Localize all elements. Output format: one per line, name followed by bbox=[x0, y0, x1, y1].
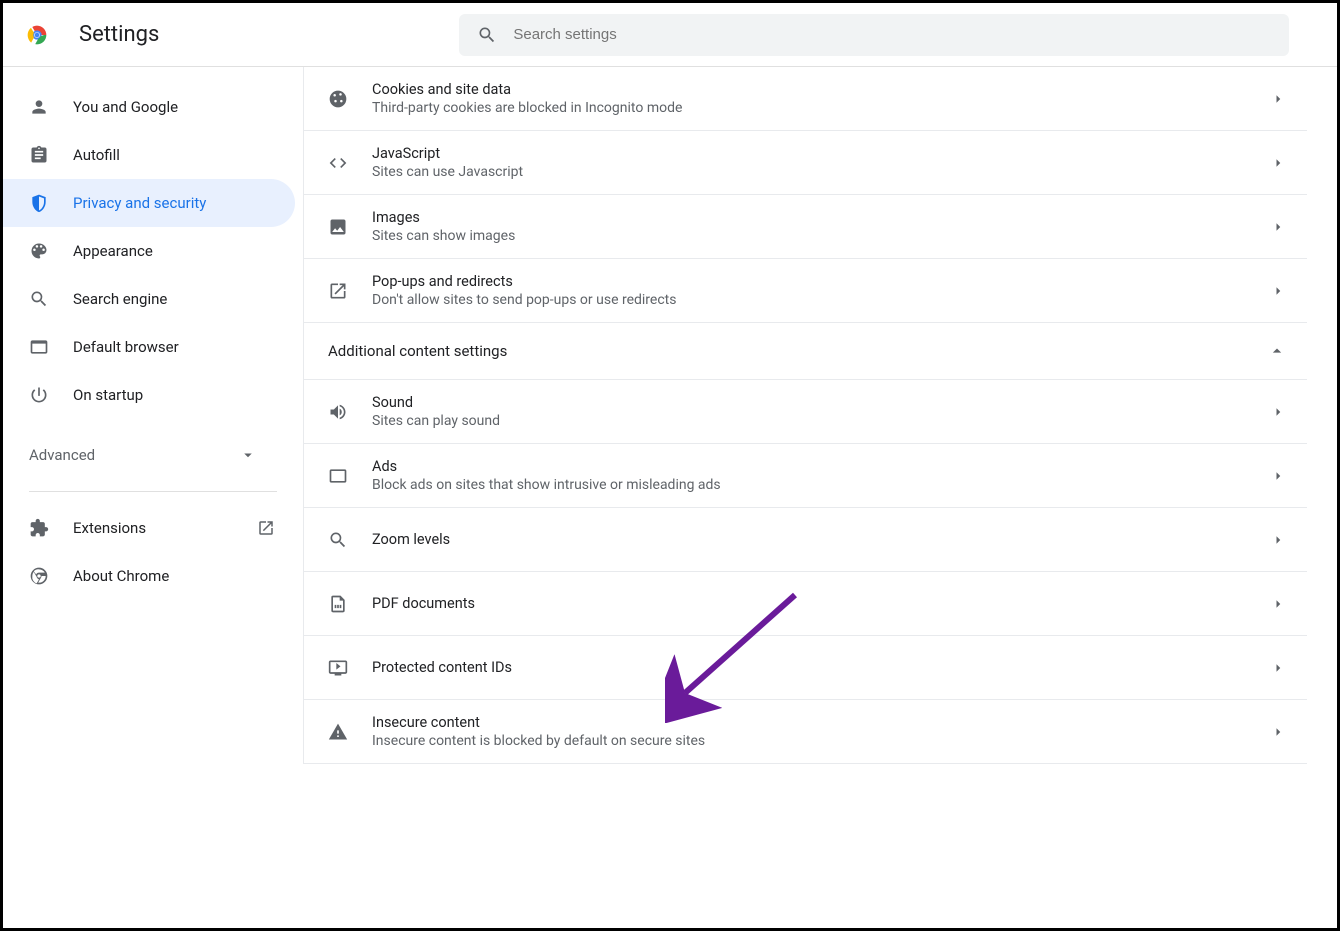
row-subtitle: Don't allow sites to send pop-ups or use… bbox=[372, 292, 1245, 308]
chrome-outline-icon bbox=[29, 566, 49, 586]
shield-icon bbox=[29, 193, 49, 213]
sidebar-item-on-startup[interactable]: On startup bbox=[3, 371, 295, 419]
row-subtitle: Sites can show images bbox=[372, 228, 1245, 244]
chevron-right-icon bbox=[1269, 154, 1287, 172]
sidebar-item-autofill[interactable]: Autofill bbox=[3, 131, 295, 179]
row-subtitle: Sites can use Javascript bbox=[372, 164, 1245, 180]
open-in-new-icon bbox=[257, 519, 275, 537]
chevron-right-icon bbox=[1269, 467, 1287, 485]
row-javascript[interactable]: JavaScript Sites can use Javascript bbox=[304, 131, 1307, 195]
sidebar-item-label: Search engine bbox=[73, 290, 167, 308]
row-ads[interactable]: Ads Block ads on sites that show intrusi… bbox=[304, 444, 1307, 508]
sidebar-item-search-engine[interactable]: Search engine bbox=[3, 275, 295, 323]
sidebar-advanced-toggle[interactable]: Advanced bbox=[3, 431, 283, 479]
app-header: Settings bbox=[3, 3, 1337, 67]
row-sound[interactable]: Sound Sites can play sound bbox=[304, 380, 1307, 444]
search-icon bbox=[477, 25, 497, 45]
chevron-up-icon bbox=[1267, 341, 1287, 361]
sound-icon bbox=[328, 402, 348, 422]
chevron-right-icon bbox=[1269, 531, 1287, 549]
chevron-down-icon bbox=[239, 446, 257, 464]
search-icon bbox=[29, 289, 49, 309]
palette-icon bbox=[29, 241, 49, 261]
sidebar-item-label: Extensions bbox=[73, 519, 146, 537]
row-subtitle: Third-party cookies are blocked in Incog… bbox=[372, 100, 1245, 116]
row-subtitle: Sites can play sound bbox=[372, 413, 1245, 429]
sidebar-item-extensions[interactable]: Extensions bbox=[3, 504, 295, 552]
chevron-right-icon bbox=[1269, 723, 1287, 741]
chevron-right-icon bbox=[1269, 595, 1287, 613]
row-protected-content[interactable]: Protected content IDs bbox=[304, 636, 1307, 700]
sidebar-item-default-browser[interactable]: Default browser bbox=[3, 323, 295, 371]
chevron-right-icon bbox=[1269, 659, 1287, 677]
sidebar-item-about-chrome[interactable]: About Chrome bbox=[3, 552, 295, 600]
row-title: Images bbox=[372, 209, 1245, 226]
search-settings-field[interactable] bbox=[459, 14, 1289, 56]
pdf-icon bbox=[328, 594, 348, 614]
chevron-right-icon bbox=[1269, 403, 1287, 421]
main-content: Cookies and site data Third-party cookie… bbox=[303, 67, 1337, 928]
row-title: Protected content IDs bbox=[372, 659, 1245, 676]
warning-icon bbox=[328, 722, 348, 742]
chrome-logo-icon bbox=[23, 21, 51, 49]
sidebar-item-label: Autofill bbox=[73, 146, 120, 164]
section-additional-content[interactable]: Additional content settings bbox=[304, 323, 1307, 380]
page-title: Settings bbox=[79, 22, 159, 47]
person-icon bbox=[29, 97, 49, 117]
row-title: Ads bbox=[372, 458, 1245, 475]
sidebar-item-appearance[interactable]: Appearance bbox=[3, 227, 295, 275]
row-images[interactable]: Images Sites can show images bbox=[304, 195, 1307, 259]
row-subtitle: Insecure content is blocked by default o… bbox=[372, 733, 1245, 749]
row-title: Pop-ups and redirects bbox=[372, 273, 1245, 290]
power-icon bbox=[29, 385, 49, 405]
advanced-label: Advanced bbox=[29, 446, 95, 464]
sidebar-divider bbox=[29, 491, 277, 492]
row-title: Insecure content bbox=[372, 714, 1245, 731]
popup-icon bbox=[328, 281, 348, 301]
ads-icon bbox=[328, 466, 348, 486]
zoom-icon bbox=[328, 530, 348, 550]
sidebar-item-label: Privacy and security bbox=[73, 194, 206, 212]
protected-content-icon bbox=[328, 658, 348, 678]
search-input[interactable] bbox=[513, 26, 1271, 43]
sidebar-item-label: On startup bbox=[73, 386, 143, 404]
sidebar-item-label: About Chrome bbox=[73, 567, 169, 585]
browser-icon bbox=[29, 337, 49, 357]
image-icon bbox=[328, 217, 348, 237]
sidebar: You and Google Autofill Privacy and secu… bbox=[3, 67, 303, 928]
clipboard-icon bbox=[29, 145, 49, 165]
row-cookies[interactable]: Cookies and site data Third-party cookie… bbox=[304, 67, 1307, 131]
row-title: Cookies and site data bbox=[372, 81, 1245, 98]
sidebar-item-you-and-google[interactable]: You and Google bbox=[3, 83, 295, 131]
chevron-right-icon bbox=[1269, 218, 1287, 236]
extension-icon bbox=[29, 518, 49, 538]
row-zoom-levels[interactable]: Zoom levels bbox=[304, 508, 1307, 572]
row-title: PDF documents bbox=[372, 595, 1245, 612]
sidebar-item-privacy-security[interactable]: Privacy and security bbox=[3, 179, 295, 227]
row-pdf-documents[interactable]: PDF documents bbox=[304, 572, 1307, 636]
cookie-icon bbox=[328, 89, 348, 109]
chevron-right-icon bbox=[1269, 282, 1287, 300]
row-subtitle: Block ads on sites that show intrusive o… bbox=[372, 477, 1245, 493]
sidebar-item-label: You and Google bbox=[73, 98, 178, 116]
row-title: Zoom levels bbox=[372, 531, 1245, 548]
section-title: Additional content settings bbox=[328, 342, 507, 360]
code-icon bbox=[328, 153, 348, 173]
row-title: Sound bbox=[372, 394, 1245, 411]
row-popups[interactable]: Pop-ups and redirects Don't allow sites … bbox=[304, 259, 1307, 323]
row-title: JavaScript bbox=[372, 145, 1245, 162]
row-insecure-content[interactable]: Insecure content Insecure content is blo… bbox=[304, 700, 1307, 764]
sidebar-item-label: Appearance bbox=[73, 242, 153, 260]
sidebar-item-label: Default browser bbox=[73, 338, 179, 356]
chevron-right-icon bbox=[1269, 90, 1287, 108]
